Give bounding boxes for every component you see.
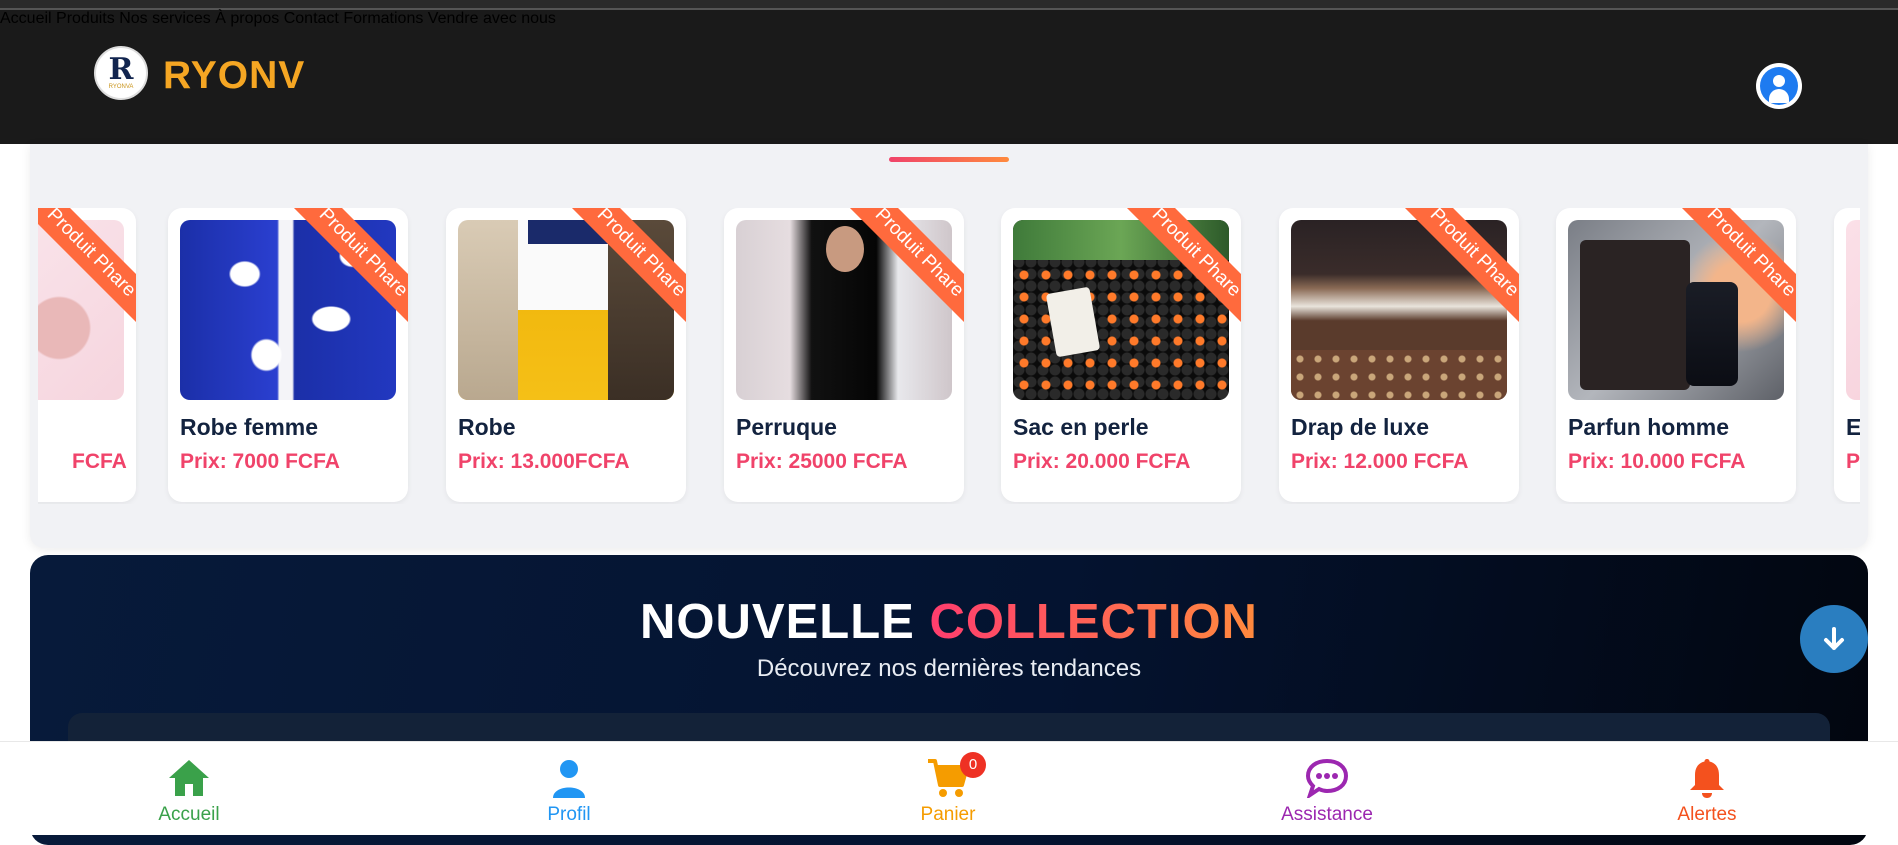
logo-text: RYONVA: [108, 84, 134, 90]
bottom-nav-panier[interactable]: 0 Panier: [858, 752, 1038, 826]
user-circle-icon[interactable]: [1756, 63, 1802, 109]
nav-services[interactable]: Nos services: [119, 10, 211, 27]
collection-title-white: NOUVELLE: [640, 595, 915, 649]
logo-letter: R: [108, 52, 134, 87]
bell-icon: [1617, 756, 1797, 800]
product-name: Robe femme: [180, 414, 319, 440]
product-card[interactable]: Produit Phare Sac en perle Prix: 20.000 …: [1001, 208, 1241, 502]
product-name: Robe: [458, 414, 516, 440]
home-icon: [99, 756, 279, 800]
product-price: P: [1846, 450, 1860, 473]
bottom-nav-assistance[interactable]: Assistance: [1237, 756, 1417, 826]
product-card[interactable]: Produit Phare Robe femme Prix: 7000 FCFA: [168, 208, 408, 502]
cart-count-badge: 0: [960, 752, 986, 778]
brand-name[interactable]: RYONV: [163, 54, 305, 98]
product-price: Prix: 10.000 FCFA: [1568, 450, 1746, 473]
collection-title: NOUVELLE COLLECTION: [30, 594, 1868, 650]
nav-formations[interactable]: Formations: [343, 10, 423, 27]
product-price: Prix: 7000 FCFA: [180, 450, 340, 473]
bottom-nav-label: Accueil: [158, 804, 220, 825]
product-card[interactable]: Produit Phare Parfun homme Prix: 10.000 …: [1556, 208, 1796, 502]
product-card[interactable]: Produit Phare Drap de luxe Prix: 12.000 …: [1279, 208, 1519, 502]
product-carousel[interactable]: Produit Phare FCFA Produit Phare Robe fe…: [38, 208, 1860, 504]
collection-subtitle: Découvrez nos dernières tendances: [756, 655, 1142, 682]
nav-accueil[interactable]: Accueil: [0, 10, 52, 27]
cart-icon: 0: [858, 752, 1038, 800]
product-price: Prix: 25000 FCFA: [736, 450, 908, 473]
logo[interactable]: R RYONVA: [94, 46, 148, 100]
section-accent-line: [889, 157, 1009, 162]
product-name: Perruque: [736, 414, 837, 440]
nav-a-propos[interactable]: À propos: [215, 10, 279, 27]
product-price: Prix: 12.000 FCFA: [1291, 450, 1469, 473]
product-price: Prix: 13.000FCFA: [458, 450, 630, 473]
browser-top-strip: [0, 0, 1898, 10]
product-name: Sac en perle: [1013, 414, 1149, 440]
nav-produits[interactable]: Produits: [56, 10, 115, 27]
product-name: E: [1846, 414, 1860, 440]
product-card[interactable]: Produit Phare FCFA: [38, 208, 136, 502]
bottom-nav-label: Panier: [920, 804, 976, 825]
bottom-nav-accueil[interactable]: Accueil: [99, 756, 279, 826]
product-price: FCFA: [72, 450, 127, 473]
product-card[interactable]: Produit Phare Robe Prix: 13.000FCFA: [446, 208, 686, 502]
nav-vendre[interactable]: Vendre avec nous: [428, 10, 556, 27]
bottom-nav-label: Alertes: [1677, 804, 1737, 825]
bottom-navigation: Accueil Profil 0 Panier Assistance Alert…: [0, 741, 1898, 835]
bottom-nav-label: Profil: [547, 804, 591, 825]
main-nav: Accueil Produits Nos services À propos C…: [0, 10, 1898, 28]
product-price: Prix: 20.000 FCFA: [1013, 450, 1191, 473]
user-icon: [479, 756, 659, 800]
product-name: Parfun homme: [1568, 414, 1730, 440]
product-card[interactable]: Produit Phare Perruque Prix: 25000 FCFA: [724, 208, 964, 502]
arrow-down-icon[interactable]: [1800, 605, 1868, 673]
bottom-nav-label: Assistance: [1281, 804, 1373, 825]
bottom-nav-profil[interactable]: Profil: [479, 756, 659, 826]
nav-contact[interactable]: Contact: [284, 10, 339, 27]
site-header: R RYONVA RYONV Accueil Produits Nos serv…: [0, 10, 1898, 144]
chat-icon: [1237, 756, 1417, 800]
bottom-nav-alertes[interactable]: Alertes: [1617, 756, 1797, 826]
featured-products: Produit Phare FCFA Produit Phare Robe fe…: [30, 144, 1868, 548]
product-name: Drap de luxe: [1291, 414, 1430, 440]
collection-title-color: COLLECTION: [929, 595, 1258, 649]
product-image: [1846, 220, 1860, 400]
product-card[interactable]: E P: [1834, 208, 1860, 502]
